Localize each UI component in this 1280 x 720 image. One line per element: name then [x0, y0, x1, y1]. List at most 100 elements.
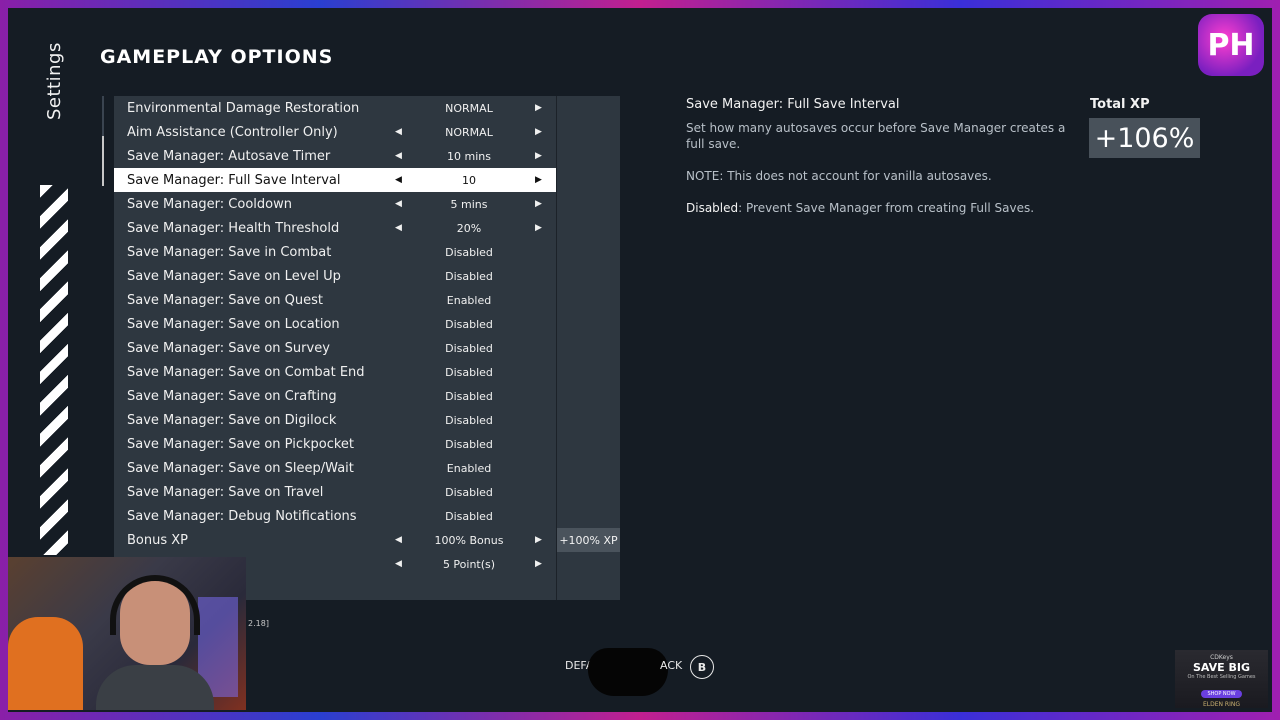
back-button-label[interactable]: ACK: [660, 659, 682, 672]
option-main-cell[interactable]: Save Manager: Save on Digilock Disabled: [114, 408, 556, 432]
option-main-cell[interactable]: Save Manager: Autosave Timer ◀ 10 mins ▶: [114, 144, 556, 168]
controller-icon: [588, 648, 668, 696]
page-title: GAMEPLAY OPTIONS: [100, 46, 334, 68]
option-row[interactable]: Bonus XP ◀ 100% Bonus ▶ +100% XP: [114, 528, 620, 552]
option-main-cell[interactable]: Save Manager: Full Save Interval ◀ 10 ▶: [114, 168, 556, 192]
option-main-cell[interactable]: Save Manager: Save on Travel Disabled: [114, 480, 556, 504]
b-button-icon[interactable]: B: [690, 655, 714, 679]
option-xp-cell: [556, 504, 620, 528]
detail-note: NOTE: This does not account for vanilla …: [686, 169, 992, 183]
option-value: Disabled: [445, 437, 493, 451]
option-label: Save Manager: Debug Notifications: [127, 508, 357, 524]
option-main-cell[interactable]: Save Manager: Health Threshold ◀ 20% ▶: [114, 216, 556, 240]
ad-shop-button: SHOP NOW: [1201, 690, 1242, 698]
detail-panel: Save Manager: Full Save Interval Set how…: [686, 97, 1076, 232]
option-main-cell[interactable]: Save Manager: Save on Combat End Disabled: [114, 360, 556, 384]
option-row[interactable]: Save Manager: Save on Travel Disabled: [114, 480, 620, 504]
option-label: Save Manager: Save on Quest: [127, 292, 324, 308]
option-value: Disabled: [445, 341, 493, 355]
option-row[interactable]: Save Manager: Save on Quest Enabled: [114, 288, 620, 312]
option-row[interactable]: Save Manager: Save on Combat End Disabled: [114, 360, 620, 384]
detail-disabled-info: Disabled: Prevent Save Manager from crea…: [686, 200, 1076, 216]
option-row[interactable]: Save Manager: Save on Digilock Disabled: [114, 408, 620, 432]
option-value: Disabled: [445, 413, 493, 427]
option-main-cell[interactable]: Save Manager: Cooldown ◀ 5 mins ▶: [114, 192, 556, 216]
option-row[interactable]: Aim Assistance (Controller Only) ◀ NORMAL ▶: [114, 120, 620, 144]
option-main-cell[interactable]: Save Manager: Save on Quest Enabled: [114, 288, 556, 312]
option-row[interactable]: Save Manager: Cooldown ◀ 5 mins ▶: [114, 192, 620, 216]
option-row[interactable]: Save Manager: Save in Combat Disabled: [114, 240, 620, 264]
option-label: Save Manager: Save on Level Up: [127, 268, 341, 284]
option-label: Save Manager: Autosave Timer: [127, 148, 331, 164]
right-arrow-icon[interactable]: ▶: [535, 103, 542, 113]
option-value: 10: [462, 173, 476, 187]
option-main-cell[interactable]: Save Manager: Debug Notifications Disable…: [114, 504, 556, 528]
left-arrow-icon[interactable]: ◀: [395, 199, 402, 209]
option-value: 100% Bonus: [434, 533, 504, 547]
option-value: NORMAL: [445, 101, 493, 115]
option-xp-cell: [556, 576, 620, 600]
option-value: Disabled: [445, 389, 493, 403]
ad-subtitle: On The Best Selling Games: [1187, 674, 1256, 680]
webcam-torso: [96, 665, 214, 710]
option-row[interactable]: Save Manager: Save on Survey Disabled: [114, 336, 620, 360]
options-list: Environmental Damage Restoration NORMAL ▶ A…: [114, 96, 620, 600]
option-label: Environmental Damage Restoration: [127, 100, 360, 116]
option-row[interactable]: Save Manager: Save on Sleep/Wait Enabled: [114, 456, 620, 480]
option-row[interactable]: Save Manager: Save on Location Disabled: [114, 312, 620, 336]
option-main-cell[interactable]: Environmental Damage Restoration NORMAL ▶: [114, 96, 556, 120]
option-label: Save Manager: Health Threshold: [127, 220, 340, 236]
option-xp-cell: [556, 192, 620, 216]
right-arrow-icon[interactable]: ▶: [535, 175, 542, 185]
option-value: 5 Point(s): [442, 557, 496, 571]
option-main-cell[interactable]: Save Manager: Save on Location Disabled: [114, 312, 556, 336]
option-main-cell[interactable]: Save Manager: Save on Sleep/Wait Enabled: [114, 456, 556, 480]
option-value: Disabled: [445, 269, 493, 283]
total-xp-label: Total XP: [1090, 97, 1150, 112]
option-main-cell[interactable]: Save Manager: Save in Combat Disabled: [114, 240, 556, 264]
option-row[interactable]: Save Manager: Save on Level Up Disabled: [114, 264, 620, 288]
option-row[interactable]: Environmental Damage Restoration NORMAL ▶: [114, 96, 620, 120]
option-row[interactable]: Save Manager: Autosave Timer ◀ 10 mins ▶: [114, 144, 620, 168]
left-arrow-icon[interactable]: ◀: [395, 151, 402, 161]
right-arrow-icon[interactable]: ▶: [535, 127, 542, 137]
option-xp-cell: [556, 144, 620, 168]
option-value: 10 mins: [447, 149, 491, 163]
option-main-cell[interactable]: Bonus XP ◀ 100% Bonus ▶: [114, 528, 556, 552]
option-main-cell[interactable]: Save Manager: Save on Crafting Disabled: [114, 384, 556, 408]
option-label: Aim Assistance (Controller Only): [127, 124, 338, 140]
right-arrow-icon[interactable]: ▶: [535, 151, 542, 161]
option-main-cell[interactable]: Save Manager: Save on Pickpocket Disabled: [114, 432, 556, 456]
left-arrow-icon[interactable]: ◀: [395, 223, 402, 233]
right-arrow-icon[interactable]: ▶: [535, 223, 542, 233]
right-arrow-icon[interactable]: ▶: [535, 199, 542, 209]
option-xp-cell: [556, 432, 620, 456]
option-label: Save Manager: Cooldown: [127, 196, 292, 212]
option-label: Save Manager: Save on Digilock: [127, 412, 337, 428]
ad-headline: SAVE BIG: [1192, 661, 1251, 674]
option-row[interactable]: Save Manager: Full Save Interval ◀ 10 ▶: [114, 168, 620, 192]
option-value: Disabled: [445, 485, 493, 499]
option-main-cell[interactable]: Save Manager: Save on Survey Disabled: [114, 336, 556, 360]
option-row[interactable]: Save Manager: Save on Pickpocket Disabled: [114, 432, 620, 456]
right-arrow-icon[interactable]: ▶: [535, 559, 542, 569]
option-row[interactable]: Save Manager: Health Threshold ◀ 20% ▶: [114, 216, 620, 240]
option-xp-cell: +100% XP: [556, 528, 620, 552]
scroll-thumb[interactable]: [102, 136, 104, 186]
left-arrow-icon[interactable]: ◀: [395, 175, 402, 185]
settings-sidebar-label: Settings: [44, 42, 65, 120]
option-row[interactable]: Save Manager: Save on Crafting Disabled: [114, 384, 620, 408]
option-main-cell[interactable]: Save Manager: Save on Level Up Disabled: [114, 264, 556, 288]
webcam-shirt: [8, 617, 83, 710]
option-main-cell[interactable]: Aim Assistance (Controller Only) ◀ NORMAL ▶: [114, 120, 556, 144]
right-arrow-icon[interactable]: ▶: [535, 535, 542, 545]
option-value: Disabled: [445, 365, 493, 379]
option-label: Save Manager: Save on Crafting: [127, 388, 337, 404]
left-arrow-icon[interactable]: ◀: [395, 559, 402, 569]
option-xp-cell: [556, 360, 620, 384]
left-arrow-icon[interactable]: ◀: [395, 535, 402, 545]
option-value: Disabled: [445, 509, 493, 523]
option-row[interactable]: Save Manager: Debug Notifications Disable…: [114, 504, 620, 528]
option-value: Enabled: [446, 461, 492, 475]
left-arrow-icon[interactable]: ◀: [395, 127, 402, 137]
